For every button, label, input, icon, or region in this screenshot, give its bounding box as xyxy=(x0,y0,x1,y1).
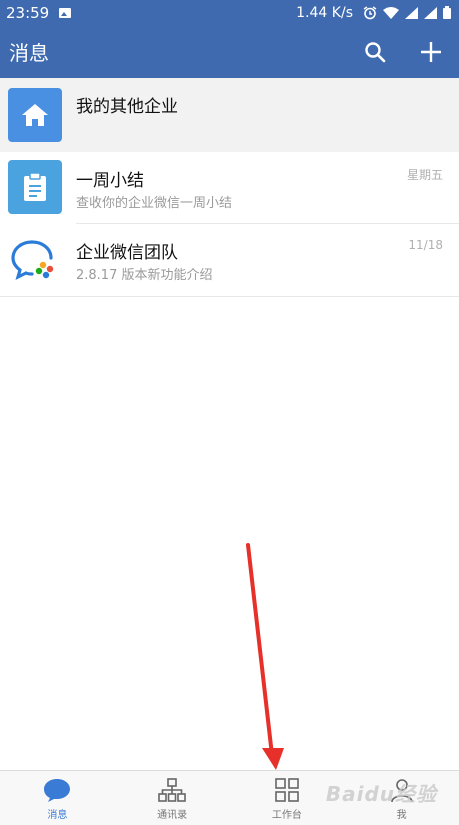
list-item-wecom-team[interactable]: 企业微信团队 2.8.17 版本新功能介绍 11/18 xyxy=(0,224,459,297)
conversation-time: 11/18 xyxy=(408,238,443,252)
conversation-name: 企业微信团队 xyxy=(76,243,178,263)
tab-label: 通讯录 xyxy=(157,810,188,821)
conversation-preview: 查收你的企业微信一周小结 xyxy=(76,196,233,211)
tab-label: 工作台 xyxy=(271,810,302,821)
grid-icon xyxy=(275,778,299,802)
watermark: Baidu经验 xyxy=(325,782,437,806)
list-item-other-enterprises[interactable]: 我的其他企业 xyxy=(0,78,459,152)
conversation-name: 一周小结 xyxy=(76,171,144,191)
search-button[interactable] xyxy=(347,25,403,78)
network-speed: 1.44 K/s xyxy=(296,4,353,21)
status-time: 23:59 xyxy=(6,3,50,22)
wifi-icon xyxy=(383,6,399,19)
house-icon xyxy=(22,104,48,126)
signal-icon-1 xyxy=(405,6,418,19)
chat-bubble-icon xyxy=(44,779,71,802)
tab-label: 我 xyxy=(396,810,407,821)
clipboard-icon xyxy=(24,172,46,201)
tab-label: 消息 xyxy=(47,810,68,821)
divider xyxy=(0,296,459,297)
conversation-name: 我的其他企业 xyxy=(76,97,178,117)
battery-icon xyxy=(443,6,451,19)
tab-contacts[interactable]: 通讯录 xyxy=(115,771,230,825)
search-icon xyxy=(365,41,386,62)
wecom-logo-icon xyxy=(11,240,54,281)
plus-icon xyxy=(421,41,441,62)
status-right: 1.44 K/s xyxy=(296,5,451,21)
image-notification-icon xyxy=(59,7,72,18)
page-title: 消息 xyxy=(9,41,49,65)
conversation-time: 星期五 xyxy=(406,168,443,182)
tab-messages[interactable]: 消息 xyxy=(0,771,115,825)
list-item-weekly-summary[interactable]: 一周小结 查收你的企业微信一周小结 星期五 xyxy=(0,152,459,224)
add-button[interactable] xyxy=(403,25,459,78)
avatar xyxy=(8,160,62,214)
avatar xyxy=(8,233,62,287)
org-chart-icon xyxy=(158,778,186,802)
alarm-icon xyxy=(363,5,377,19)
app-bar: 消息 xyxy=(0,25,459,78)
signal-icon-2 xyxy=(424,6,437,19)
app-bar-actions xyxy=(347,25,459,78)
status-bar: 23:59 1.44 K/s xyxy=(0,0,459,25)
conversation-preview: 2.8.17 版本新功能介绍 xyxy=(76,268,213,283)
avatar xyxy=(8,88,62,142)
